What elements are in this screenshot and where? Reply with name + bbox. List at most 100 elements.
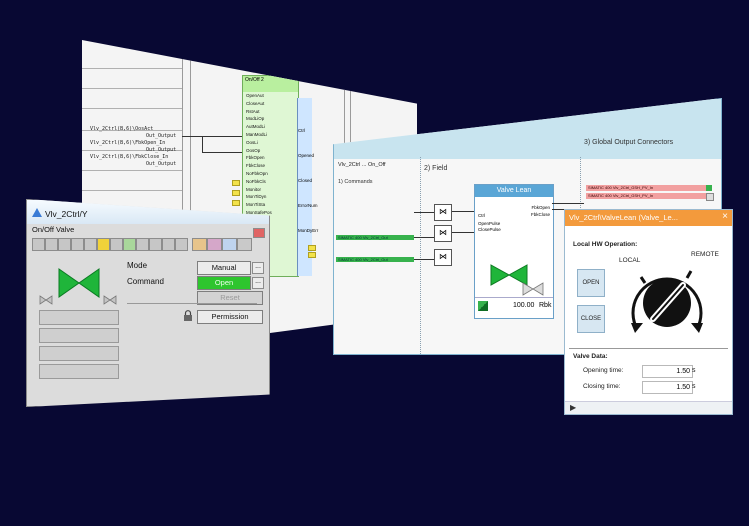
output-signal-bar[interactable]: SIMATIC 400 Vlv_2Ctrl_GSH_PV_In <box>586 193 708 199</box>
cfc-out-pin: Closed <box>298 178 313 183</box>
valve-lean-block[interactable]: Valve Lean Ctrl OpenPulse ClosePulse Fbk… <box>474 184 554 319</box>
input-signal-bar[interactable]: SIMATIC 400 Vlv_2Ctrl_Out <box>336 257 414 262</box>
cfc-connector <box>232 200 240 206</box>
closing-time-unit: s <box>692 383 696 390</box>
column-title-global: 3) Global Output Connectors <box>584 139 674 146</box>
toolbar-button[interactable] <box>149 238 162 251</box>
cfc-pin: CloseAut <box>246 100 265 106</box>
close-icon[interactable] <box>253 228 265 238</box>
toolbar-button[interactable] <box>32 238 45 251</box>
cfc-signal: Out_Output <box>146 133 177 139</box>
divider <box>127 303 257 304</box>
cfc-connector <box>232 190 240 196</box>
close-button[interactable]: CLOSE <box>577 305 605 333</box>
valve-mini-block[interactable]: ⋈ <box>434 225 452 242</box>
valve-data-label: Valve Data: <box>573 353 608 360</box>
valve-lean-footer <box>565 401 732 414</box>
permission-button[interactable]: Permission <box>197 310 263 324</box>
column-title-field: 2) Field <box>424 165 448 172</box>
block-input-openpulse: OpenPulse <box>478 221 501 226</box>
connector-marker <box>706 185 712 191</box>
toolbar-button[interactable] <box>71 238 84 251</box>
valve-lean-faceplate: Vlv_2Ctrl\ValveLean (Valve_Le... × Local… <box>564 209 733 415</box>
status-field <box>39 346 119 361</box>
toolbar-button[interactable] <box>45 238 58 251</box>
cfc-pin: AutModLi <box>246 124 266 130</box>
output-signal-bar[interactable]: SIMATIC 400 Vlv_2Ctrl_GSH_PV_In <box>586 185 708 191</box>
cfc-pin: ModLiOp <box>246 116 265 122</box>
toolbar-button[interactable] <box>110 238 123 251</box>
command-more-button[interactable]: ... <box>252 277 264 289</box>
toolbar-button[interactable] <box>162 238 175 251</box>
remote-label: REMOTE <box>691 251 719 258</box>
cfc-pin: OpenAut <box>246 93 264 98</box>
cfc-out-pin: Opened <box>298 153 315 158</box>
toolbar-button[interactable] <box>175 238 188 251</box>
cfc-pin: RstAut <box>246 108 260 114</box>
toolbar-alarm-button[interactable] <box>207 238 222 251</box>
input-signal-bar[interactable]: SIMATIC 400 Vlv_2Ctrl_Out <box>336 235 414 240</box>
opening-time-label: Opening time: <box>583 367 624 374</box>
status-field <box>39 328 119 343</box>
cfc-pin: MonTiDyn <box>246 194 267 200</box>
cfc-out-pin: MonDyErr <box>298 228 319 233</box>
screen: { "cfc_sheet": { "signals": [ "Vlv_2Ctrl… <box>0 0 749 526</box>
local-remote-knob[interactable] <box>621 263 713 345</box>
cfc-pin: MonTiSta <box>246 202 266 208</box>
block-output-fbkclose: FbkClose <box>530 212 550 217</box>
cfc-pin: ManModLi <box>246 131 268 137</box>
cfc-connector <box>232 180 240 186</box>
faceplate-subtitle: On/Off Valve <box>32 225 75 234</box>
block-output-fbkopen: FbkOpen <box>531 205 550 210</box>
mode-label: Mode <box>127 261 148 270</box>
toolbar-trend-button[interactable] <box>192 238 207 251</box>
closing-time-field[interactable]: 1.50 <box>642 381 693 394</box>
toolbar-button[interactable] <box>136 238 149 251</box>
cfc-pin: FbkClose <box>246 163 266 169</box>
expand-arrow-icon[interactable]: ▶ <box>570 403 576 412</box>
valve-mini-block[interactable]: ⋈ <box>434 249 452 266</box>
toolbar-button[interactable] <box>123 238 136 251</box>
valve-icon <box>490 264 544 296</box>
toolbar-help-button[interactable] <box>222 238 237 251</box>
valve-lean-titlebar[interactable]: Vlv_2Ctrl\ValveLean (Valve_Le... <box>565 210 732 226</box>
opening-time-field[interactable]: 1.50 <box>642 365 693 378</box>
mode-more-button[interactable]: ... <box>252 262 264 274</box>
faceplate-title: Vlv_2Ctrl/Y <box>45 209 88 219</box>
toolbar-button[interactable] <box>58 238 71 251</box>
toolbar-button[interactable] <box>84 238 97 251</box>
cfc-pin: OosLi <box>246 139 258 145</box>
cfc-signal: Out_Output <box>146 147 177 153</box>
connector-marker <box>706 193 714 201</box>
cfc-pin: Monitor <box>246 186 262 192</box>
close-icon[interactable]: × <box>722 211 728 222</box>
valve-lean-title: Vlv_2Ctrl\ValveLean (Valve_Le... <box>569 213 678 222</box>
opening-time-unit: s <box>692 367 696 374</box>
cfc-signal: Vlv_2Ctrl(B,6)\FbkOpen_In <box>90 140 166 146</box>
valve-faceplate: Vlv_2Ctrl/Y On/Off Valve Mode Manual ...… <box>26 199 270 407</box>
closing-time-label: Closing time: <box>583 383 621 390</box>
valve-closed-icon <box>39 295 53 305</box>
valve-closed-icon <box>103 295 117 305</box>
cfc-signal: Vlv_2Ctrl(B,6)\OosAct <box>90 126 154 132</box>
cfc-pin: FbkOpen <box>246 155 265 161</box>
block-input-ctrl: Ctrl <box>478 213 485 218</box>
open-button[interactable]: OPEN <box>577 269 605 297</box>
faceplate-app-icon <box>32 208 42 217</box>
cfc-connector <box>308 252 316 258</box>
valve-mini-block[interactable]: ⋈ <box>434 204 452 221</box>
mode-button[interactable]: Manual <box>197 261 251 275</box>
valve-icon <box>58 268 100 298</box>
block-input-closepulse: ClosePulse <box>478 227 501 232</box>
toolbar-lock-button[interactable] <box>97 238 110 251</box>
status-field <box>39 364 119 379</box>
command-button[interactable]: Open <box>197 276 251 290</box>
status-indicator-icon <box>478 301 488 311</box>
toolbar-settings-button[interactable] <box>237 238 252 251</box>
local-hw-label: Local HW Operation: <box>573 241 638 248</box>
divider <box>569 348 728 349</box>
block-value: 100.00 <box>513 302 535 309</box>
cfc-signal: Out_Output <box>146 161 177 167</box>
lock-icon <box>184 310 192 321</box>
column-title-commands: 1) Commands <box>338 179 373 185</box>
